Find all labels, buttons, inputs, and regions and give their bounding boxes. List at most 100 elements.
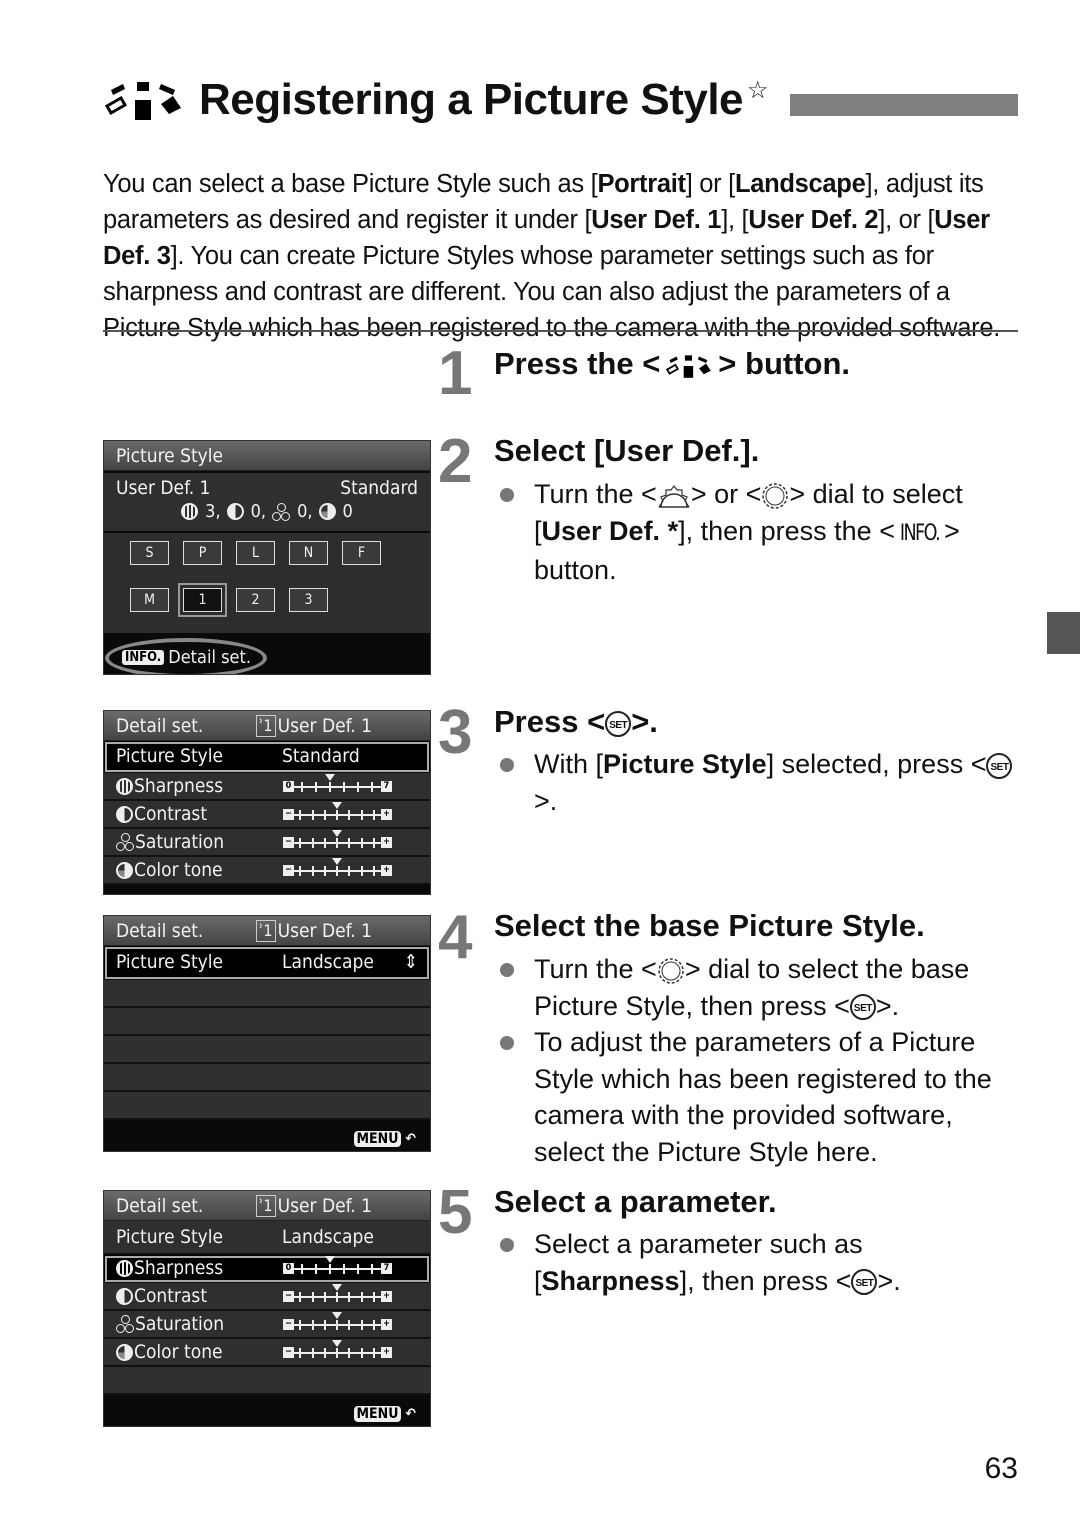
set-button-icon: SET — [851, 1269, 878, 1296]
step-number-5: 5 — [438, 1178, 473, 1247]
user-def-summary[interactable]: User Def. 1 Standard 3, 0, 0, 0 — [104, 473, 430, 531]
scale-tick — [323, 838, 326, 848]
scale-end: − — [283, 837, 294, 848]
scale-tick — [299, 1348, 302, 1358]
step-number-3: 3 — [438, 698, 473, 767]
screen-header: Detail set. ʾ1 User Def. 1 — [104, 1191, 430, 1221]
scale-value-marker — [332, 1340, 342, 1347]
picture-style-row[interactable]: Picture Style Landscape — [104, 1221, 430, 1255]
picture-style-button-icon — [666, 355, 712, 378]
scale-tick — [372, 838, 375, 848]
scale-tick — [323, 1292, 326, 1302]
scale-tick — [311, 838, 314, 848]
parameter-name: Sharpness — [134, 1257, 224, 1279]
scale-tick — [323, 866, 326, 876]
parameter-row[interactable]: Color tone − + — [104, 857, 430, 885]
user-def-1-icon: ʾ1 — [256, 919, 276, 942]
scale-value-marker — [332, 858, 342, 865]
scale-tick — [357, 1264, 359, 1274]
parameter-row[interactable]: Sharpness 0 7 — [104, 1255, 430, 1283]
parameter-summary: 3, 0, 0, 0 — [116, 501, 418, 522]
picture-style-row[interactable]: Picture Style Standard — [104, 741, 430, 773]
parameter-row[interactable]: Contrast − + — [104, 801, 430, 829]
parameter-row[interactable]: Saturation − + — [104, 829, 430, 857]
scale-tick — [372, 1320, 375, 1330]
scale-end: + — [381, 809, 392, 820]
up-down-arrows-icon: ⇕ — [403, 951, 418, 973]
page-title: Registering a Picture Style ☆ — [199, 75, 769, 124]
scale-tick — [336, 1348, 338, 1358]
color-tone-icon — [318, 503, 336, 520]
picture-style-option[interactable]: 3 — [289, 588, 328, 612]
scale-tick — [323, 1348, 326, 1358]
scale-tick — [301, 782, 303, 792]
scale-tick — [343, 1264, 345, 1274]
picture-style-option[interactable]: L — [236, 541, 275, 565]
empty-row — [104, 980, 430, 1008]
parameter-list: Sharpness 0 7 Contrast − + Saturation − + Color t… — [104, 1255, 430, 1367]
scale-end: − — [283, 1291, 294, 1302]
parameter-name: Saturation — [135, 1313, 225, 1335]
scale-end: − — [283, 865, 294, 876]
bullet-dot — [500, 963, 514, 977]
menu-back-hint[interactable]: MENU ↶ — [353, 1406, 416, 1422]
scale-tick — [343, 782, 345, 792]
step-3-title: Press < SET >. — [494, 704, 658, 739]
parameter-row[interactable]: Sharpness 0 7 — [104, 773, 430, 801]
contrast-icon — [116, 1287, 133, 1305]
set-button-icon: SET — [605, 710, 632, 737]
parameter-name: Color tone — [134, 1341, 223, 1363]
parameter-scale: − + — [282, 1340, 392, 1361]
screen-header: Picture Style — [104, 441, 430, 471]
step-number-4: 4 — [438, 903, 473, 972]
step-3-bullet: With [Picture Style] selected, press < SE… — [500, 746, 1020, 819]
parameter-row[interactable]: Color tone − + — [104, 1339, 430, 1367]
picture-style-option[interactable]: 1 — [178, 583, 227, 617]
scale-tick — [357, 782, 359, 792]
scale-tick — [372, 810, 375, 820]
step-number-2: 2 — [438, 427, 473, 496]
scale-value-marker — [325, 774, 335, 781]
scale-tick — [315, 1264, 317, 1274]
scale-tick — [311, 866, 314, 876]
picture-style-row[interactable]: Picture Style Landscape ⇕ — [104, 946, 430, 980]
menu-back-hint[interactable]: MENU ↶ — [353, 1131, 416, 1147]
parameter-scale: − + — [282, 1284, 392, 1305]
scale-tick — [360, 1320, 363, 1330]
empty-row — [104, 1036, 430, 1064]
picture-style-option[interactable]: N — [289, 541, 328, 565]
picture-style-option[interactable]: P — [183, 541, 222, 565]
scale-value-marker — [325, 1256, 335, 1263]
main-dial-icon — [658, 484, 690, 508]
scale-tick — [329, 1264, 331, 1274]
saturation-icon — [116, 833, 134, 851]
picture-style-option[interactable]: M — [130, 588, 169, 612]
parameter-scale: − + — [282, 858, 392, 879]
scale-tick — [315, 782, 317, 792]
picture-style-icon — [104, 82, 181, 120]
scale-end: + — [381, 1347, 392, 1358]
contrast-icon — [226, 503, 244, 520]
scale-tick — [372, 866, 375, 876]
quick-control-dial-icon — [658, 958, 684, 984]
screen-detail-set-standard: Detail set. ʾ1 User Def. 1 Picture Style… — [103, 710, 431, 895]
scale-tick — [311, 1292, 314, 1302]
picture-style-option[interactable]: 2 — [236, 588, 275, 612]
return-icon: ↶ — [405, 1131, 416, 1147]
picture-style-option[interactable]: S — [130, 541, 169, 565]
scale-tick — [372, 1348, 375, 1358]
parameter-row[interactable]: Contrast − + — [104, 1283, 430, 1311]
parameter-row[interactable]: Saturation − + — [104, 1311, 430, 1339]
scale-tick — [360, 1292, 363, 1302]
contrast-icon — [116, 805, 133, 823]
scale-tick — [371, 1264, 373, 1274]
scale-tick — [371, 782, 373, 792]
parameter-scale: − + — [282, 1312, 392, 1333]
menu-button-icon: MENU — [353, 1406, 402, 1422]
bullet-dot — [500, 1238, 514, 1252]
screen-detail-set-landscape-params: Detail set. ʾ1 User Def. 1 Picture Style… — [103, 1190, 431, 1427]
sharpness-icon — [116, 1259, 133, 1277]
color-tone-icon — [116, 1343, 133, 1361]
picture-style-option[interactable]: F — [342, 541, 381, 565]
screen-detail-set-landscape-select: Detail set. ʾ1 User Def. 1 Picture Style… — [103, 915, 431, 1152]
